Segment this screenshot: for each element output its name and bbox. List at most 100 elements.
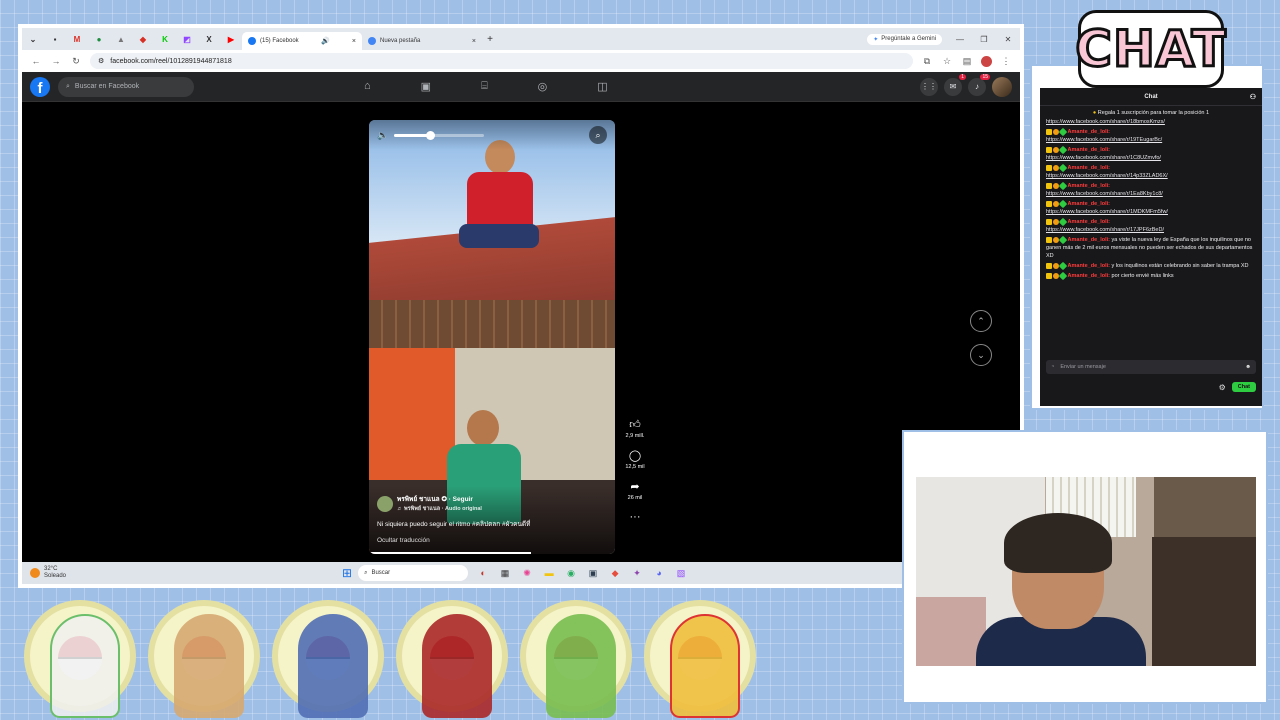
video-icon[interactable]: ▣ [421,80,431,93]
chat-bits-icon[interactable]: ◔ [1051,364,1054,370]
site-info-icon[interactable]: ⚙ [98,57,104,65]
taskbar-search[interactable]: ⌕ Buscar [358,565,469,581]
facebook-logo[interactable]: f [30,76,50,97]
bookmark-star-icon[interactable]: ☆ [941,56,953,67]
minimize-button[interactable]: — [948,35,972,44]
more-options-button[interactable]: ··· [630,511,641,523]
twitch-icon[interactable]: ◩ [176,28,198,50]
zoom-search-icon[interactable]: ⌕ [589,126,607,144]
chrome-icon[interactable]: ◉ [564,568,578,579]
gear-icon[interactable]: ⚙ [1219,383,1226,392]
messenger-icon[interactable]: ✉ 1 [944,73,966,96]
next-reel-chevron-down-icon[interactable]: ⌄ [970,344,992,366]
pinned-tab-icon[interactable]: K [154,28,176,50]
reel-video[interactable]: 🔈 ⌕ พรพิพย์ ชาแนล ✪ · Seguir ♬ พรพิพย์ ช… [369,120,615,554]
pinned-tab-icon[interactable]: ▲ [110,28,132,50]
chat-username[interactable]: Amante_de_loli: [1068,273,1110,279]
notifications-bell-icon[interactable]: ♪ 15 [968,73,990,96]
chat-link[interactable]: https://www.facebook.com/share/r/19TEuga… [1046,137,1162,143]
youtube-icon[interactable]: ▶ [220,28,242,50]
windows-start-icon[interactable]: ⊞ [342,566,352,580]
reload-icon[interactable]: ↻ [70,56,82,67]
install-icon[interactable]: ⧉ [921,56,933,67]
chat-username[interactable]: Amante_de_loli: [1068,129,1110,135]
twitch-icon[interactable]: ▧ [674,568,688,579]
emote-icon[interactable]: ☻ [1245,364,1251,370]
chat-username[interactable]: Amante_de_loli: [1068,165,1110,171]
menu-grid-icon[interactable]: ⋮⋮ [920,77,938,96]
gift-icon: ● [1092,110,1097,116]
volume-slider[interactable] [394,130,485,140]
chat-link[interactable]: https://www.facebook.com/share/r/14p33ZL… [1046,173,1168,179]
hide-translation-link[interactable]: Ocultar traducción [377,537,607,544]
app-icon[interactable]: ✦ [630,568,644,579]
comment-button[interactable]: ◯ 12,5 mil [625,449,644,470]
close-icon[interactable]: × [472,38,476,45]
audio-label[interactable]: ♬ พรพิพย์ ชาแนล · Audio original [397,505,482,513]
gemini-button[interactable]: ✦ Pregúntale a Gemini [867,33,942,45]
chat-message: https://www.facebook.com/share/r/18bmosK… [1046,118,1256,126]
back-icon[interactable]: ← [30,56,42,66]
chat-username[interactable]: Amante_de_loli: [1068,201,1110,207]
marketplace-icon[interactable]: ⌸ [481,80,488,93]
app-icon[interactable]: ◆ [608,568,622,579]
reel-progress-bar[interactable] [369,552,532,554]
url-field[interactable]: ⚙ facebook.com/reel/1012891944871818 [90,53,913,69]
app-icon[interactable]: ▣ [586,568,600,579]
close-icon[interactable]: × [352,38,356,45]
profile-avatar[interactable] [981,55,992,67]
forward-icon[interactable]: → [50,56,62,66]
facebook-search-input[interactable]: ⌕ Buscar en Facebook [58,76,194,97]
x-icon[interactable]: X [198,28,220,50]
tab-list-icon[interactable]: ⌄ [22,28,44,50]
chat-link[interactable]: https://www.facebook.com/share/r/18bmosK… [1046,119,1165,125]
gaming-icon[interactable]: ◫ [597,80,607,93]
close-window-button[interactable]: ✕ [996,35,1020,44]
extensions-icon[interactable]: ▤ [961,56,973,67]
chat-link[interactable]: https://www.facebook.com/share/r/1C8UZmv… [1046,155,1161,161]
volume-knob[interactable] [426,130,436,140]
author-name[interactable]: พรพิพย์ ชาแนล ✪ · Seguir [397,494,482,504]
volume-icon[interactable]: 🔈 [377,130,388,141]
chat-username[interactable]: Amante_de_loli: [1068,147,1110,153]
chat-link[interactable]: https://www.facebook.com/share/r/1MDKMFm… [1046,209,1168,215]
gmail-icon[interactable]: M [66,28,88,50]
tab-new-tab[interactable]: Nueva pestaña × [362,32,482,50]
game-app-icon[interactable]: ◐ [476,568,490,579]
chat-input[interactable]: ◔ Enviar un mensaje ☻ [1046,360,1256,374]
chat-username[interactable]: Amante_de_loli: [1068,219,1110,225]
chat-username[interactable]: Amante_de_loli: [1068,183,1110,189]
task-view-icon[interactable]: ▦ [498,568,512,579]
tab-audio-icon[interactable]: 🔊 [321,37,330,45]
new-tab-button[interactable]: + [482,34,498,45]
pinned-tab-icon[interactable]: ◆ [132,28,154,50]
author-avatar[interactable] [377,495,393,512]
tab-label: (15) Facebook [260,38,299,44]
previous-reel-chevron-up-icon[interactable]: ⌃ [970,310,992,332]
chat-badges-icon [1046,217,1068,226]
share-button[interactable]: ➦ 26 mil [628,480,643,501]
pinned-tab-icon[interactable]: ● [88,28,110,50]
chat-message: Amante_de_loli: y los inquilinos están c… [1046,261,1256,270]
share-count: 26 mil [627,495,643,501]
pinned-tab-icon[interactable]: ▪ [44,28,66,50]
groups-icon[interactable]: ◎ [538,80,548,93]
weather-temp: 32°C [44,566,58,572]
chat-send-button[interactable]: Chat [1231,382,1256,392]
copilot-icon[interactable]: ✺ [520,568,534,579]
like-button[interactable]: 👍︎ 2,9 mill. [626,418,645,439]
menu-kebab-icon[interactable]: ⋮ [1000,56,1012,67]
chat-link[interactable]: https://www.facebook.com/share/r/1Ea8Kby… [1046,191,1163,197]
reels-viewer: 🔈 ⌕ พรพิพย์ ชาแนล ✪ · Seguir ♬ พรพิพย์ ช… [22,102,1020,562]
weather-widget[interactable]: 32°C Soleado [22,566,342,580]
restore-button[interactable]: ❐ [972,35,996,44]
tab-facebook[interactable]: (15) Facebook 🔊 × [242,32,362,50]
chat-username[interactable]: Amante_de_loli: [1068,237,1110,243]
chat-link[interactable]: https://www.facebook.com/share/r/17JPF6z… [1046,227,1164,233]
chat-username[interactable]: Amante_de_loli: [1068,263,1110,269]
file-explorer-icon[interactable]: ▬ [542,568,556,579]
account-avatar[interactable] [992,76,1012,97]
users-icon[interactable]: ⚇ [1250,93,1256,101]
home-icon[interactable]: ⌂ [364,80,371,93]
discord-icon[interactable]: ◕ [652,568,666,579]
